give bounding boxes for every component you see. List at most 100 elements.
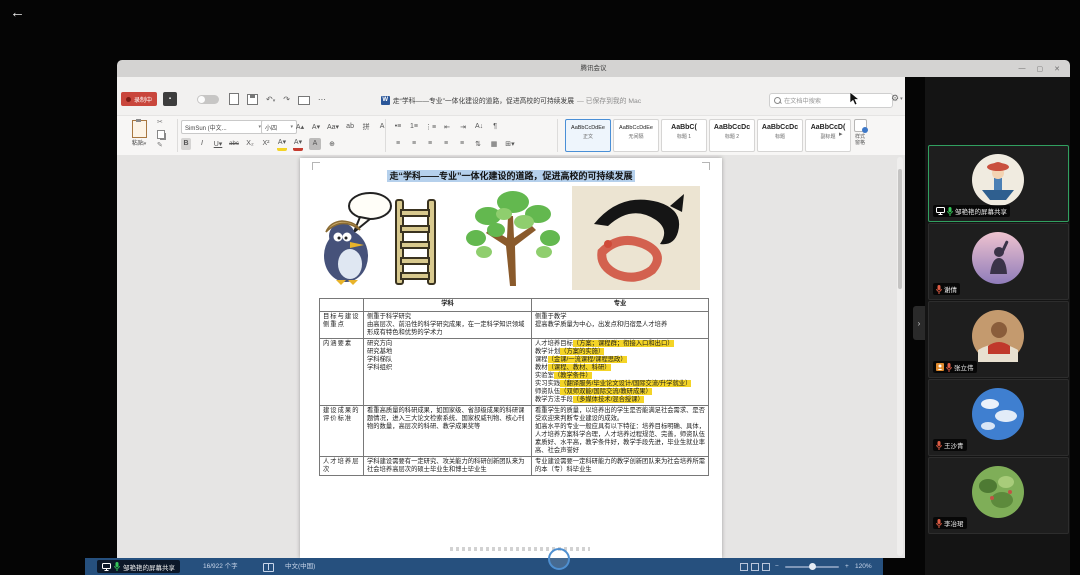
paragraph-tool-icon[interactable]: •≡ [393, 121, 403, 133]
font-size-select[interactable]: 小四▾ [261, 120, 297, 134]
participant-label: 邹艳艳的屏幕共享 [933, 205, 1010, 217]
font-tool-icon[interactable]: abc [229, 138, 239, 150]
paragraph-tool-icon[interactable]: ⇅ [473, 138, 483, 150]
paragraph-tool-icon[interactable]: ¶ [490, 121, 500, 133]
font-tool-icon[interactable]: 拼 [361, 121, 371, 133]
clipboard-icon [132, 120, 147, 138]
document-title: 走“学科——专业”一体化建设的道路，促进高校的可持续发展 [393, 95, 574, 105]
paragraph-tool-icon[interactable]: ▦ [489, 138, 499, 150]
zoom-slider-knob[interactable] [809, 563, 816, 570]
copy-icon[interactable] [157, 130, 165, 139]
paragraph-tool-icon[interactable]: ≡ [425, 138, 435, 150]
style-card[interactable]: AaBbC(标题 1 [661, 119, 707, 152]
style-card[interactable]: AaBbCcDdEe正文 [565, 119, 611, 152]
font-tool-icon[interactable]: Aa▾ [327, 121, 339, 133]
paragraph-tool-icon[interactable]: A↓ [474, 121, 484, 133]
search-input[interactable]: 在文档中搜索 [769, 93, 893, 108]
participant-tile[interactable]: 王沙青 [928, 379, 1069, 456]
paragraph-tool-icon[interactable]: ≡ [409, 138, 419, 150]
table-cell: 内涵要素 [320, 339, 364, 406]
font-tool-icon[interactable]: A▾ [277, 136, 287, 151]
screen-icon [102, 563, 111, 571]
style-card[interactable]: AaBbCcD(副标题 [805, 119, 851, 152]
table-header: 学科 [364, 299, 532, 312]
view-buttons[interactable] [740, 563, 770, 571]
table-row: 目标与建设侧重点侧重于科学研究由高层次、前沿性的科学研究成果，在一定科学知识领域… [320, 312, 709, 339]
save-status: — 已保存到我的 Mac [577, 95, 641, 105]
screen-icon [936, 207, 945, 215]
zoom-in-button[interactable]: + [845, 558, 849, 575]
word-count[interactable]: 16/922 个字 [203, 558, 238, 575]
avatar [972, 310, 1024, 362]
style-card[interactable]: AaBbCcDdEe无间隔 [613, 119, 659, 152]
style-card[interactable]: AaBbCcDc标题 [757, 119, 803, 152]
table-cell: 人才培养层次 [320, 457, 364, 476]
paste-button[interactable]: 粘贴▾ [124, 120, 154, 147]
doc-images [300, 184, 722, 292]
paragraph-tool-icon[interactable]: ≡ [441, 138, 451, 150]
mic-icon [114, 562, 120, 571]
meeting-toolbar-handle[interactable] [548, 548, 570, 570]
penguin-clipart[interactable] [312, 188, 454, 288]
font-tool-icon[interactable]: A▾ [293, 136, 303, 151]
participant-name: 李冶珺 [944, 518, 964, 528]
table-cell: 学科建设需要有一定研究、攻关能力的科研创新团队来为社会培养高层次的硕士毕业生和博… [364, 457, 532, 476]
participant-name: 谢倩 [944, 284, 957, 294]
zoom-percentage[interactable]: 120% [855, 558, 872, 575]
participant-tile[interactable]: 张立伟 [928, 301, 1069, 378]
comparison-table: 学科专业目标与建设侧重点侧重于科学研究由高层次、前沿性的科学研究成果，在一定科学… [319, 298, 708, 476]
style-pane-button[interactable]: 样式 窗格 [847, 119, 873, 146]
font-tool-icon[interactable]: U▾ [213, 138, 223, 150]
paragraph-tool-icon[interactable]: ⋮≡ [425, 121, 436, 133]
share-settings-button[interactable]: ⚙ ▾ [891, 93, 903, 104]
back-arrow-icon[interactable]: ← [10, 4, 25, 21]
font-tool-icon[interactable]: X² [261, 138, 271, 150]
font-tool-icon[interactable]: X₂ [245, 138, 255, 150]
format-painter-icon[interactable]: ✎ [157, 142, 165, 150]
font-tool-icon[interactable]: A▴ [295, 121, 305, 133]
participant-tile[interactable]: 邹艳艳的屏幕共享 [928, 145, 1069, 222]
ribbon: 粘贴▾ ✂ ✎ SimSun (中文...▾ 小四▾ A▴ A▾ Aa▾ ab 拼 A B… [117, 115, 905, 157]
paragraph-tool-icon[interactable]: 1≡ [409, 121, 419, 133]
document-page[interactable]: 走“学科——专业”一体化建设的道路，促进高校的可持续发展 [300, 158, 722, 558]
font-tool-icon[interactable]: B [181, 138, 191, 150]
table-row: 内涵要素研究方向研究基地学科梯队学科组织人才培养目标（方案；课程群；衔接入口和出… [320, 339, 709, 406]
font-tool-icon[interactable]: A [309, 138, 321, 150]
mouse-cursor [850, 92, 861, 106]
participant-tile[interactable]: 李冶珺 [928, 457, 1069, 534]
paragraph-tool-icon[interactable]: ≡ [457, 138, 467, 150]
font-name-select[interactable]: SimSun (中文...▾ [181, 120, 265, 134]
sidebar-collapse-handle[interactable]: › [913, 306, 925, 340]
participant-tile[interactable]: 谢倩 [928, 223, 1069, 300]
proofing-icon[interactable] [263, 563, 274, 572]
screen-share-banner[interactable]: 邹艳艳的屏幕共享 [97, 560, 180, 573]
paragraph-tool-icon[interactable]: ⇤ [442, 121, 452, 133]
meeting-titlebar[interactable]: 腾讯会议 — ▢ ✕ [117, 60, 1070, 77]
paragraph-tool-icon[interactable]: ≡ [393, 138, 403, 150]
font-tool-icon[interactable]: A▾ [311, 121, 321, 133]
table-cell: 侧重于教学提高教学质量为中心，出发点和归宿是人才培养 [532, 312, 709, 339]
language-status[interactable]: 中文(中国) [285, 558, 315, 575]
participant-name: 张立伟 [954, 362, 974, 372]
maximize-button[interactable]: ▢ [1037, 65, 1044, 73]
avatar [972, 154, 1024, 206]
participant-name: 邹艳艳的屏幕共享 [955, 206, 1007, 216]
ink-fish-painting[interactable] [572, 186, 700, 290]
font-tool-icon[interactable]: ab [345, 121, 355, 133]
scrollbar-thumb[interactable] [898, 169, 902, 289]
cut-icon[interactable]: ✂ [157, 119, 165, 127]
zoom-out-button[interactable]: − [775, 558, 779, 575]
font-tool-icon[interactable]: ⊕ [327, 138, 337, 150]
paragraph-tool-icon[interactable]: ⇥ [458, 121, 468, 133]
style-card[interactable]: AaBbCcDc标题 2 [709, 119, 755, 152]
paragraph-tool-icon[interactable]: ⊞▾ [505, 138, 515, 150]
scrollbar[interactable] [897, 157, 903, 556]
font-tool-icon[interactable]: I [197, 138, 207, 150]
gear-icon: ⚙ [891, 93, 899, 104]
font-tools-row2: BI U▾ abc X₂ X² A▾ A▾ A ⊕ [181, 137, 337, 150]
tree-clipart[interactable] [458, 186, 568, 290]
close-button[interactable]: ✕ [1054, 65, 1060, 73]
gallery-next-icon[interactable]: ▸ [839, 130, 843, 138]
minimize-button[interactable]: — [1019, 65, 1026, 72]
participant-label: 王沙青 [933, 439, 967, 451]
